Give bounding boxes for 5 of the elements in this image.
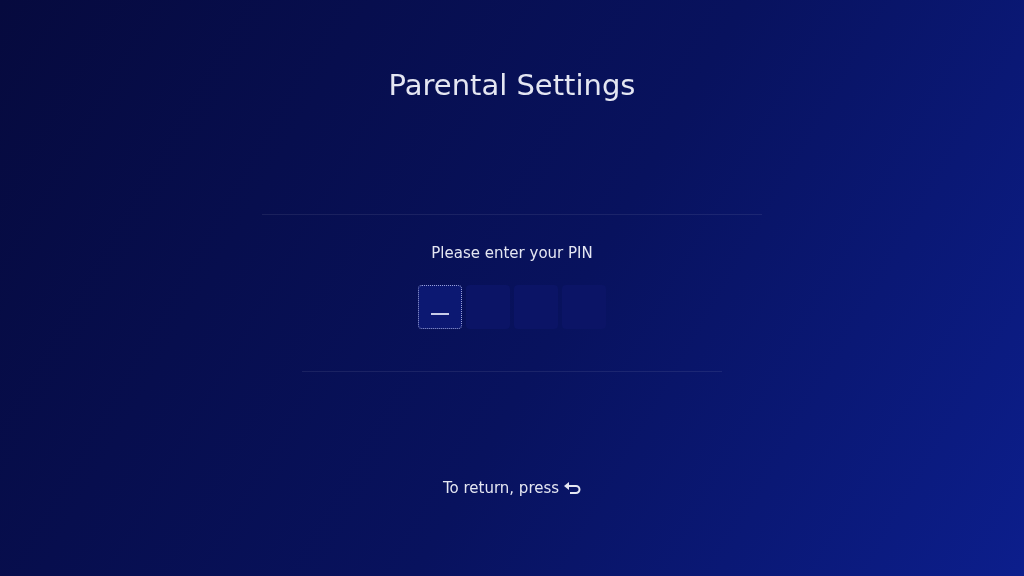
page-title: Parental Settings — [387, 67, 637, 104]
back-icon — [563, 480, 582, 495]
pin-digit-field[interactable] — [418, 284, 462, 329]
pin-prompt: Please enter your PIN — [430, 243, 594, 264]
return-hint: To return, press — [442, 477, 560, 499]
